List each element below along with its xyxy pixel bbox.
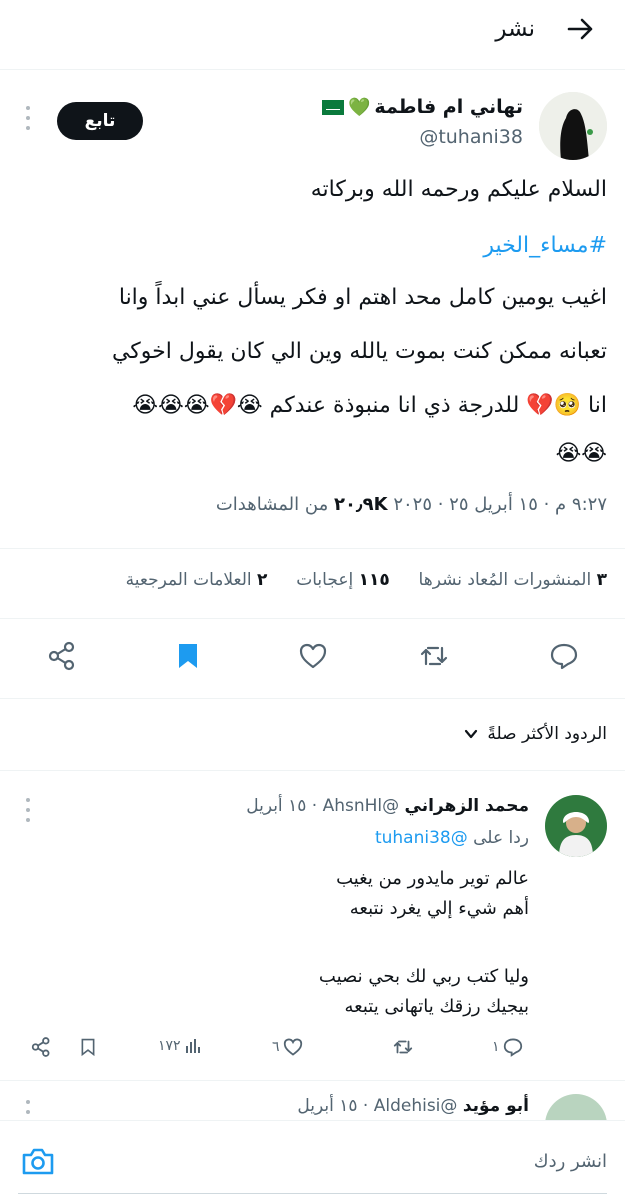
views-label: من المشاهدات	[215, 494, 329, 515]
bookmarks-label[interactable]: العلامات المرجعية	[126, 570, 252, 590]
reply-author-name[interactable]: أبو مؤيد	[463, 1096, 529, 1116]
reply-comment-action[interactable]: ١	[492, 1036, 524, 1058]
share-icon[interactable]	[30, 1036, 52, 1058]
reply-like-action[interactable]: ٦	[272, 1036, 304, 1058]
avatar[interactable]	[545, 795, 607, 857]
divider	[0, 618, 625, 619]
author-handle[interactable]: @tuhani38	[419, 126, 523, 148]
reply-input[interactable]: انشر ردك	[534, 1151, 607, 1172]
reply-views-action[interactable]: ١٧٢	[158, 1036, 203, 1056]
reply-date[interactable]: ١٥ أبريل	[246, 796, 306, 816]
reply-text-line: بيجيك رزقك ياتهانى يتبعه	[344, 996, 530, 1017]
reply-header: محمد الزهراني @AhsnHl · ١٥ أبريل	[246, 796, 529, 816]
reply-text-line: وليا كتب ربي لك بحي نصيب	[318, 966, 529, 987]
reply-author-name[interactable]: محمد الزهراني	[405, 796, 529, 816]
repost-icon	[392, 1036, 414, 1058]
post-body-line: 😭😭	[555, 441, 607, 466]
more-options-icon[interactable]	[26, 798, 32, 822]
more-options-icon[interactable]	[26, 106, 32, 130]
comment-icon	[502, 1036, 524, 1058]
replying-to-handle[interactable]: @tuhani38	[375, 828, 468, 848]
post-hashtag[interactable]: #مساء_الخير	[17, 232, 607, 261]
reply-actions: ١ ٦ ١٧٢	[0, 1036, 625, 1066]
bookmarks-count[interactable]: ٢	[257, 570, 267, 590]
comment-icon[interactable]	[548, 640, 580, 672]
bar-chart-icon	[183, 1036, 203, 1056]
camera-icon[interactable]	[20, 1145, 56, 1177]
chevron-down-icon	[463, 726, 479, 742]
post-timestamp: ٩:٢٧ م · ١٥ أبريل ٢٥ · ٢٠٢٥	[393, 494, 607, 515]
reposts-count[interactable]: ٣	[597, 570, 607, 590]
views-count: ٢٠٫٩K	[333, 494, 388, 515]
reply-views-count: ١٧٢	[158, 1038, 181, 1054]
follow-button[interactable]: تابع	[57, 102, 143, 140]
avatar[interactable]	[539, 92, 607, 160]
arrow-right-icon[interactable]	[565, 14, 595, 44]
reply-likes-count: ٦	[272, 1039, 280, 1055]
composer-underline	[18, 1193, 607, 1194]
post-body-line: انا 🥺💔 للدرجة ذي انا منبوذة عندكم 😭💔😭😭😭	[132, 393, 607, 418]
share-icon[interactable]	[46, 640, 78, 672]
replying-to: ردا على @tuhani38	[375, 828, 529, 848]
likes-count[interactable]: ١١٥	[359, 570, 390, 590]
replying-to-label: ردا على	[473, 828, 529, 848]
repost-icon[interactable]	[418, 640, 450, 672]
replies-sort-dropdown[interactable]: الردود الأكثر صلةً	[463, 724, 607, 744]
divider	[0, 698, 625, 699]
reply-repost-action[interactable]	[392, 1036, 414, 1058]
bookmark-icon[interactable]	[78, 1036, 98, 1058]
heart-icon	[282, 1036, 304, 1058]
page-title: نشر	[495, 16, 535, 42]
divider	[0, 1080, 625, 1081]
divider	[0, 548, 625, 549]
bookmark-filled-icon[interactable]	[172, 640, 204, 672]
post-actions	[0, 640, 625, 682]
replies-sort-label: الردود الأكثر صلةً	[487, 724, 607, 744]
post-body-line: تعبانه ممكن كنت بموت يالله وين الي كان ي…	[111, 339, 607, 364]
top-bar: نشر	[0, 0, 625, 70]
reply-author-handle[interactable]: @AhsnHl	[323, 796, 400, 816]
reply-header: أبو مؤيد @Aldehisi · ١٥ أبريل	[297, 1096, 529, 1116]
post-body-line: اغيب يومين كامل محد اهتم او فكر يسأل عني…	[118, 285, 607, 310]
post-stats: ٣ المنشورات المُعاد نشرها ١١٥ إعجابات ٢ …	[126, 570, 607, 590]
green-heart-emoji: 💚	[348, 96, 371, 118]
post-meta: ٩:٢٧ م · ١٥ أبريل ٢٥ · ٢٠٢٥ ٢٠٫٩K من الم…	[216, 494, 607, 515]
reply-replies-count: ١	[492, 1039, 500, 1055]
reply-date[interactable]: ١٥ أبريل	[297, 1096, 357, 1116]
reply-text-line: أهم شيء إلي يغرد نتبعه	[349, 898, 529, 919]
reply-text-line: عالم توير مايدور من يغيب	[336, 868, 529, 889]
reply-composer: انشر ردك	[0, 1120, 625, 1200]
likes-label[interactable]: إعجابات	[296, 570, 353, 590]
heart-icon[interactable]	[297, 640, 329, 672]
saudi-flag-emoji	[322, 99, 344, 115]
reply-author-handle[interactable]: @Aldehisi	[374, 1096, 458, 1116]
reposts-label[interactable]: المنشورات المُعاد نشرها	[419, 570, 592, 590]
author-name-text: تهاني ام فاطمة	[374, 96, 523, 118]
post-greeting: السلام عليكم ورحمه الله وبركاته	[310, 177, 607, 202]
author-name[interactable]: تهاني ام فاطمة 💚	[322, 96, 523, 118]
divider	[0, 770, 625, 771]
